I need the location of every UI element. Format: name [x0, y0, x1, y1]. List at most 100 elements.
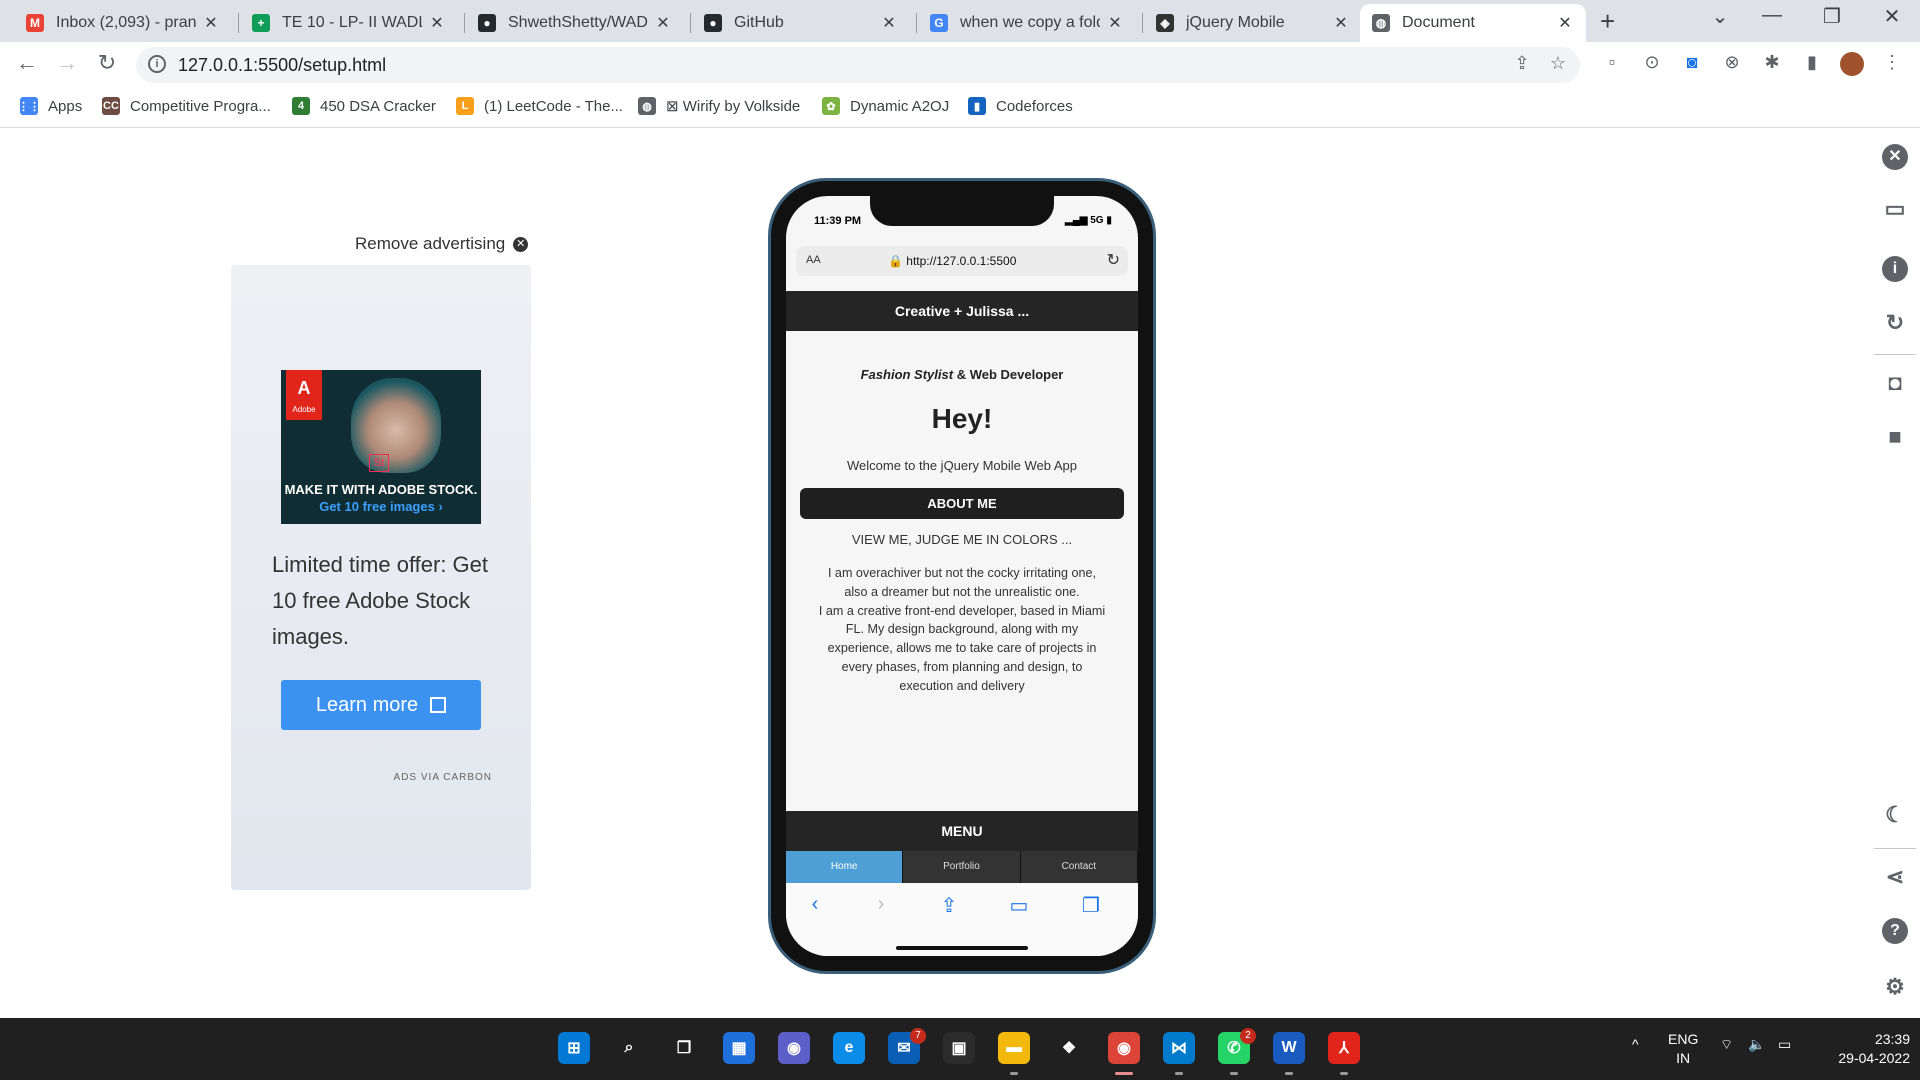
- close-circle-icon[interactable]: ✕: [513, 236, 529, 252]
- close-panel-icon[interactable]: ✕: [1882, 144, 1908, 170]
- remove-advertising-link[interactable]: Remove advertising ✕: [355, 234, 529, 254]
- bookmark-label[interactable]: Apps: [48, 98, 82, 115]
- browser-tab[interactable]: Gwhen we copy a folde ✕: [918, 4, 1136, 42]
- reload-button[interactable]: ↻: [92, 50, 122, 76]
- safari-reload-icon[interactable]: ↻: [1107, 250, 1120, 270]
- ad-offer-text[interactable]: Limited time offer: Get 10 free Adobe St…: [272, 547, 502, 655]
- store-icon[interactable]: ▣: [943, 1032, 975, 1064]
- screenshot-camera-icon[interactable]: ◘: [1882, 370, 1908, 396]
- bookmark-label[interactable]: ⊠ Wirify by Volkside: [666, 97, 800, 115]
- bookmark-item[interactable]: ⋮⋮ Apps: [18, 97, 82, 115]
- settings-gear-icon[interactable]: ⚙: [1882, 974, 1908, 1000]
- record-video-icon[interactable]: ■: [1882, 424, 1908, 450]
- ads-via-carbon-link[interactable]: ADS VIA CARBON: [394, 772, 492, 783]
- remove-advertising-label[interactable]: Remove advertising: [355, 234, 505, 254]
- tab-search-button[interactable]: ⌄: [1700, 4, 1740, 29]
- share-icon[interactable]: ⋖: [1882, 864, 1908, 890]
- browser-tab[interactable]: ● GitHub ✕: [692, 4, 910, 42]
- safari-share-icon[interactable]: ⇪: [934, 893, 964, 918]
- bookmark-item[interactable]: L (1) LeetCode - The...: [456, 97, 623, 115]
- tab-title[interactable]: when we copy a folde: [960, 14, 1100, 32]
- safari-back-icon[interactable]: ‹: [800, 893, 830, 916]
- new-device-icon[interactable]: ▭: [1882, 196, 1908, 222]
- browser-tab[interactable]: ◍ Document ✕: [1360, 4, 1586, 42]
- tab-close-icon[interactable]: ✕: [1556, 13, 1574, 33]
- tab-title[interactable]: GitHub: [734, 14, 874, 32]
- browser-tab[interactable]: + TE 10 - LP- II WADL Sl ✕: [240, 4, 458, 42]
- learn-more-button[interactable]: Learn more: [281, 680, 481, 730]
- word-icon[interactable]: W: [1273, 1032, 1305, 1064]
- learn-more-label[interactable]: Learn more: [316, 694, 418, 717]
- tab-close-icon[interactable]: ✕: [880, 13, 898, 33]
- jqm-nav-item[interactable]: Home: [786, 851, 904, 883]
- bookmark-label[interactable]: (1) LeetCode - The...: [484, 98, 623, 115]
- tab-title[interactable]: ShwethShetty/WADL-: [508, 14, 648, 32]
- tab-close-icon[interactable]: ✕: [654, 13, 672, 33]
- browser-tab[interactable]: ● ShwethShetty/WADL- ✕: [466, 4, 684, 42]
- forward-button[interactable]: →: [52, 50, 82, 76]
- address-bar[interactable]: i 127.0.0.1:5500/setup.html ⇪ ☆: [136, 47, 1580, 83]
- tab-close-icon[interactable]: ✕: [1106, 13, 1124, 33]
- tab-title[interactable]: Document: [1402, 14, 1550, 32]
- file-explorer-icon[interactable]: ▬: [998, 1032, 1030, 1064]
- safari-tabs-icon[interactable]: ❐: [1076, 893, 1106, 918]
- browser-tab[interactable]: ◈ jQuery Mobile ✕: [1144, 4, 1362, 42]
- bookmark-item[interactable]: ✿ Dynamic A2OJ: [822, 97, 949, 115]
- bookmark-label[interactable]: Codeforces: [996, 98, 1073, 115]
- info-icon[interactable]: i: [1882, 256, 1908, 282]
- reader-aa-button[interactable]: AA: [806, 254, 821, 266]
- about-me-button[interactable]: ABOUT ME: [800, 488, 1124, 519]
- site-info-icon[interactable]: i: [148, 55, 166, 73]
- profile-avatar[interactable]: [1840, 52, 1864, 76]
- jqm-nav-item[interactable]: Contact: [1020, 851, 1138, 883]
- side-panel-icon[interactable]: ▮: [1800, 52, 1824, 76]
- rotate-icon[interactable]: ↻: [1882, 310, 1908, 336]
- acrobat-icon[interactable]: ⅄: [1328, 1032, 1360, 1064]
- safari-address-bar[interactable]: AA 🔒 http://127.0.0.1:5500 ↻: [796, 246, 1128, 276]
- bookmark-label[interactable]: Dynamic A2OJ: [850, 98, 949, 115]
- ad-image[interactable]: A Adobe St MAKE IT WITH ADOBE STOCK. Get …: [281, 370, 481, 524]
- vscode-icon[interactable]: ⋈: [1163, 1032, 1195, 1064]
- dark-mode-moon-icon[interactable]: ☾: [1882, 802, 1908, 828]
- tab-title[interactable]: TE 10 - LP- II WADL Sl: [282, 14, 422, 32]
- tab-close-icon[interactable]: ✕: [202, 13, 220, 33]
- jqm-nav-item[interactable]: Portfolio: [903, 851, 1021, 883]
- tab-title[interactable]: jQuery Mobile: [1186, 14, 1326, 32]
- windows-start-icon[interactable]: ⊞: [558, 1032, 590, 1064]
- tray-overflow-icon[interactable]: ^: [1632, 1036, 1639, 1052]
- back-button[interactable]: ←: [12, 50, 42, 76]
- bookmark-item[interactable]: ◍ ⊠ Wirify by Volkside: [638, 97, 800, 115]
- help-icon[interactable]: ?: [1882, 918, 1908, 944]
- address-url[interactable]: 127.0.0.1:5500/setup.html: [178, 55, 386, 76]
- bookmark-item[interactable]: CC Competitive Progra...: [102, 97, 271, 115]
- wifi-icon[interactable]: ⌔: [1720, 1036, 1733, 1054]
- language-indicator[interactable]: ENG IN: [1668, 1030, 1698, 1068]
- taskbar-clock[interactable]: 23:39 29-04-2022: [1810, 1030, 1910, 1068]
- minimize-button[interactable]: —: [1752, 4, 1792, 27]
- bookmark-label[interactable]: Competitive Progra...: [130, 98, 271, 115]
- tab-close-icon[interactable]: ✕: [1332, 13, 1350, 33]
- dropbox-icon[interactable]: ❖: [1053, 1032, 1085, 1064]
- tab-close-icon[interactable]: ✕: [428, 13, 446, 33]
- safari-bookmarks-icon[interactable]: ▭: [1004, 893, 1034, 918]
- share-icon[interactable]: ⇪: [1510, 53, 1534, 77]
- bookmark-star-icon[interactable]: ☆: [1546, 53, 1570, 77]
- edge-icon[interactable]: e: [833, 1032, 865, 1064]
- battery-icon[interactable]: ▭: [1778, 1036, 1791, 1053]
- extension-icon-2[interactable]: ⊙: [1640, 52, 1664, 76]
- safari-forward-icon[interactable]: ›: [866, 893, 896, 916]
- extensions-puzzle-icon[interactable]: ✱: [1760, 52, 1784, 76]
- tab-title[interactable]: Inbox (2,093) - pranav: [56, 14, 196, 32]
- safari-url[interactable]: 🔒 http://127.0.0.1:5500: [888, 254, 1016, 268]
- search-icon[interactable]: ⌕: [613, 1032, 645, 1064]
- browser-tab[interactable]: M Inbox (2,093) - pranav ✕: [14, 4, 232, 42]
- screen-capture-icon[interactable]: ◙: [1680, 52, 1704, 76]
- teams-chat-icon[interactable]: ◉: [778, 1032, 810, 1064]
- new-tab-button[interactable]: +: [1600, 6, 1615, 37]
- close-window-button[interactable]: ✕: [1872, 4, 1912, 29]
- bookmark-label[interactable]: 450 DSA Cracker: [320, 98, 436, 115]
- volume-icon[interactable]: 🔈: [1748, 1036, 1765, 1053]
- extension-icon-3[interactable]: ⊗: [1720, 52, 1744, 76]
- widgets-icon[interactable]: ▦: [723, 1032, 755, 1064]
- task-view-icon[interactable]: ❐: [668, 1032, 700, 1064]
